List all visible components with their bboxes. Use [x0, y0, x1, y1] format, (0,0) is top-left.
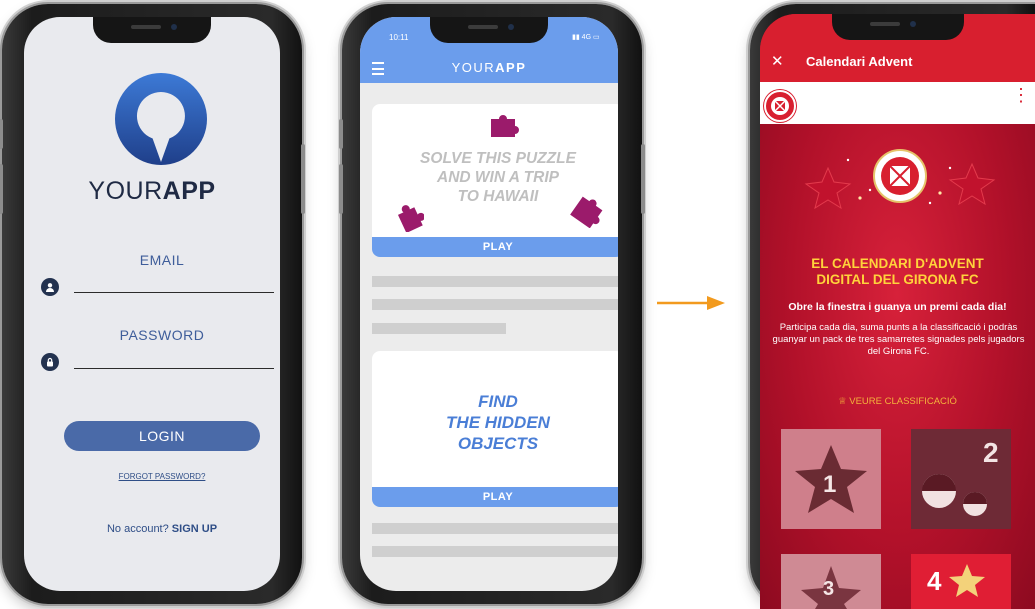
placeholder-bar	[372, 299, 618, 310]
email-label: EMAIL	[139, 252, 185, 268]
games-screen: 10:11 ▮▮ 4G ▭ YOURAPP SOLVE THIS PUZZLE …	[360, 17, 618, 591]
network-label: 4G	[581, 34, 592, 41]
games-phone: 10:11 ▮▮ 4G ▭ YOURAPP SOLVE THIS PUZZLE …	[339, 4, 645, 604]
phone-side-button	[0, 164, 3, 214]
placeholder-bar	[372, 276, 618, 287]
brand-title-bold: APP	[162, 177, 216, 205]
puzzle-line-1: SOLVE THIS PUZZLE	[420, 150, 576, 167]
calendar-heading-line-2: DIGITAL DEL GIRONA FC	[816, 272, 979, 287]
password-label: PASSWORD	[119, 327, 205, 343]
user-icon	[41, 278, 59, 296]
calendar-day-tile[interactable]: 4	[911, 554, 1011, 609]
calendar-description: Participa cada dia, suma punts a la clas…	[772, 322, 1025, 357]
calendar-heading-line-1: EL CALENDARI D'ADVENT	[811, 256, 984, 271]
calendar-heading: EL CALENDARI D'ADVENT DIGITAL DEL GIRONA…	[760, 256, 1035, 288]
advent-content: EL CALENDARI D'ADVENT DIGITAL DEL GIRONA…	[760, 124, 1035, 609]
password-field[interactable]	[74, 368, 274, 369]
calendar-day-tile[interactable]: 2	[911, 429, 1011, 529]
arrow-right-icon	[657, 296, 725, 310]
advent-screen: ✕ Calendari Advent ⋮ EL CALENDARI D	[760, 14, 1035, 609]
signup-link[interactable]: SIGN UP	[172, 523, 217, 535]
placeholder-bar	[372, 523, 618, 534]
hidden-objects-line-3: OBJECTS	[457, 434, 539, 453]
phone-side-button	[301, 144, 305, 214]
play-button[interactable]: PLAY	[372, 487, 618, 507]
club-crest-icon	[764, 90, 796, 122]
placeholder-bar	[372, 546, 618, 557]
day-number: 1	[823, 471, 837, 498]
puzzle-line-2: AND WIN A TRIP	[437, 169, 559, 186]
day-number: 4	[927, 566, 942, 596]
signal-icon: ▮▮	[572, 34, 580, 41]
phone-side-button	[339, 119, 343, 149]
status-indicators: ▮▮ 4G ▭	[572, 33, 600, 41]
puzzle-piece-icon	[397, 205, 424, 232]
signup-line: No account? SIGN UP	[24, 523, 280, 535]
hidden-objects-card[interactable]: FIND THE HIDDEN OBJECTS PLAY	[372, 351, 618, 507]
status-time: 10:11	[389, 33, 409, 42]
phone-notch	[93, 17, 211, 43]
hidden-objects-text: FIND THE HIDDEN OBJECTS	[372, 391, 618, 454]
login-screen: YOURAPP EMAIL PASSWORD LOGIN FORGOT PASS…	[24, 17, 280, 591]
forgot-password-link[interactable]: FORGOT PASSWORD?	[24, 472, 280, 481]
play-button[interactable]: PLAY	[372, 237, 618, 257]
puzzle-piece-icon	[570, 196, 603, 228]
advent-phone: ✕ Calendari Advent ⋮ EL CALENDARI D	[750, 4, 1035, 609]
day-number: 3	[823, 578, 835, 600]
calendar-day-tile[interactable]: 3	[781, 554, 881, 609]
login-phone: YOURAPP EMAIL PASSWORD LOGIN FORGOT PASS…	[0, 4, 305, 604]
trophy-icon: ♕	[838, 396, 847, 407]
email-field[interactable]	[74, 292, 274, 293]
calendar-subheading: Obre la finestra i guanya un premi cada …	[788, 301, 1007, 313]
brand-title: YOURAPP	[24, 177, 280, 206]
star-decoration-icon	[804, 149, 996, 210]
placeholder-bar	[372, 323, 506, 334]
phone-side-button	[339, 164, 343, 214]
phone-notch	[430, 17, 548, 43]
hidden-objects-line-1: FIND	[478, 392, 518, 411]
lock-icon	[41, 353, 59, 371]
star-icon	[949, 564, 985, 597]
club-toolbar	[760, 82, 1035, 124]
ranking-link-label: VEURE CLASSIFICACIÓ	[849, 396, 957, 407]
calendar-day-tile[interactable]: 1	[781, 429, 881, 529]
day-number: 2	[983, 437, 999, 468]
login-button[interactable]: LOGIN	[64, 421, 260, 451]
app-logo-icon	[115, 73, 207, 165]
signup-prefix: No account?	[106, 523, 169, 535]
app-title-bold: APP	[495, 60, 527, 75]
battery-icon: ▭	[592, 34, 600, 41]
app-title: YOURAPP	[360, 60, 618, 75]
phone-side-button	[0, 119, 3, 149]
screen-title: Calendari Advent	[806, 54, 913, 69]
app-title-light: YOUR	[451, 60, 496, 75]
puzzle-card[interactable]: SOLVE THIS PUZZLE AND WIN A TRIP TO HAWA…	[372, 104, 618, 257]
more-options-icon[interactable]: ⋮	[1012, 86, 1030, 104]
phone-side-button	[641, 144, 645, 214]
hidden-objects-line-2: THE HIDDEN	[446, 413, 550, 432]
brand-title-light: YOUR	[88, 177, 163, 205]
ranking-link[interactable]: ♕ VEURE CLASSIFICACIÓ	[760, 396, 1035, 407]
puzzle-piece-icon	[491, 115, 519, 137]
phone-notch	[831, 14, 964, 40]
close-icon[interactable]: ✕	[771, 52, 784, 70]
